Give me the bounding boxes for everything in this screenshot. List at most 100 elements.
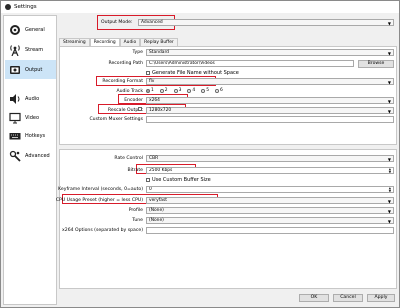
- encoder-select[interactable]: x264 ▼: [146, 97, 394, 104]
- audio-track-5[interactable]: 5: [201, 88, 209, 93]
- window-title: Settings: [14, 4, 37, 10]
- keyframe-field[interactable]: 0 ▲ ▼: [146, 186, 394, 193]
- chevron-down-icon: ▼: [387, 109, 391, 114]
- sidebar-item-label: General: [25, 26, 45, 33]
- tab-replay-buffer[interactable]: Replay Buffer: [140, 38, 178, 46]
- browse-button[interactable]: Browse: [358, 59, 394, 68]
- sidebar-item-hotkeys[interactable]: Hotkeys: [5, 126, 56, 145]
- radio-2[interactable]: [159, 88, 164, 93]
- x264-options-label: x264 Options (separated by space): [62, 228, 143, 233]
- app-icon: [5, 4, 11, 10]
- chevron-down-icon: ▼: [387, 157, 391, 162]
- recording-path-label: Recording Path: [108, 61, 143, 66]
- preset-label: CPU Usage Preset (higher = less CPU): [55, 198, 143, 203]
- audio-track-1[interactable]: 1: [146, 88, 154, 93]
- type-select[interactable]: Standard ▼: [146, 49, 394, 56]
- sidebar-item-label: Hotkeys: [25, 132, 46, 139]
- tab-streaming[interactable]: Streaming: [59, 38, 90, 46]
- sidebar-item-audio[interactable]: Audio: [5, 89, 56, 108]
- wrench-gear-icon: [9, 150, 21, 162]
- audio-track-2[interactable]: 2: [159, 88, 168, 93]
- chevron-down-icon: ▼: [387, 209, 391, 214]
- recording-format-value: flv: [149, 79, 155, 84]
- audio-track-3[interactable]: 3: [173, 88, 182, 93]
- custom-buffer-checkbox[interactable]: [146, 178, 150, 182]
- encoder-value: x264: [149, 98, 160, 103]
- settings-window: Settings General Stream Output Audio Vid…: [0, 0, 400, 308]
- apply-button[interactable]: Apply: [367, 294, 395, 302]
- monitor-icon: [9, 112, 21, 123]
- antenna-icon: [10, 44, 20, 56]
- rate-control-label: Rate Control: [114, 156, 143, 161]
- sidebar-item-output[interactable]: Output: [5, 60, 56, 79]
- audio-track-label-1: 1: [151, 88, 154, 93]
- profile-label: Profile: [128, 208, 143, 213]
- audio-track-label-3: 3: [178, 88, 182, 93]
- custom-buffer-label: Use Custom Buffer Size: [152, 177, 211, 183]
- audio-track-6[interactable]: 6: [214, 88, 223, 93]
- sidebar-item-general[interactable]: General: [5, 20, 56, 39]
- custom-buffer-row[interactable]: Use Custom Buffer Size: [146, 177, 211, 183]
- bitrate-label: Bitrate: [127, 168, 143, 173]
- rescale-checkbox[interactable]: [138, 107, 142, 111]
- sidebar-item-video[interactable]: Video: [5, 108, 56, 127]
- spinner-arrows-icon[interactable]: ▲ ▼: [389, 168, 391, 173]
- radio-3[interactable]: [173, 88, 178, 93]
- audio-track-label-5: 5: [206, 88, 209, 93]
- radio-1[interactable]: [146, 88, 150, 93]
- radio-5[interactable]: [201, 88, 206, 93]
- chevron-down-icon: ▼: [387, 99, 391, 104]
- sidebar-item-advanced[interactable]: Advanced: [5, 146, 56, 165]
- keyframe-label: Keyframe Interval (seconds, 0=auto): [58, 187, 143, 192]
- audio-track-radios: 1 2 3 4 5 6: [146, 88, 229, 93]
- radio-4[interactable]: [187, 88, 192, 93]
- audio-track-label-2: 2: [164, 88, 168, 93]
- sidebar-item-label: Audio: [25, 95, 40, 102]
- recording-format-label: Recording Format: [102, 79, 143, 84]
- title-bar: Settings: [1, 1, 399, 13]
- type-value: Standard: [149, 50, 169, 55]
- type-label: Type: [132, 50, 143, 55]
- keyframe-value: 0: [149, 187, 152, 192]
- sidebar-item-stream[interactable]: Stream: [5, 40, 56, 59]
- chevron-down-icon: ▼: [387, 80, 391, 85]
- sidebar: General Stream Output Audio Video Hotkey…: [3, 15, 57, 305]
- bitrate-value: 2500 Kbps: [149, 168, 173, 173]
- audio-track-label-4: 4: [192, 88, 196, 93]
- muxer-label: Custom Muxer Settings: [89, 117, 143, 122]
- gear-icon: [10, 24, 20, 35]
- no-space-checkbox[interactable]: [146, 71, 150, 75]
- cancel-button[interactable]: Cancel: [333, 294, 363, 302]
- sidebar-item-label: Advanced: [25, 152, 50, 159]
- encoder-settings-panel: Rate Control CBR ▼ Bitrate 2500 Kbps ▲ ▼ Us…: [55, 149, 397, 289]
- tab-recording[interactable]: Recording: [89, 38, 120, 46]
- rescale-value: 1280x720: [149, 108, 172, 113]
- tab-audio[interactable]: Audio: [119, 38, 141, 46]
- bitrate-field[interactable]: 2500 Kbps ▲ ▼: [146, 167, 394, 174]
- chevron-down-icon: ▼: [387, 21, 391, 26]
- spinner-arrows-icon[interactable]: ▲ ▼: [389, 187, 391, 192]
- output-tabs: Streaming Recording Audio Replay Buffer: [59, 38, 178, 46]
- sidebar-item-label: Output: [25, 66, 43, 73]
- rate-control-value: CBR: [149, 156, 159, 161]
- preset-value: veryfast: [149, 198, 167, 203]
- x264-options-field[interactable]: [146, 227, 394, 234]
- recording-format-select[interactable]: flv ▼: [146, 78, 394, 85]
- rescale-select[interactable]: 1280x720 ▼: [146, 107, 394, 114]
- ok-button[interactable]: OK: [299, 294, 329, 302]
- radio-6[interactable]: [214, 88, 219, 93]
- rate-control-select[interactable]: CBR ▼: [146, 155, 394, 162]
- chevron-down-icon: ▼: [387, 199, 391, 204]
- muxer-field[interactable]: [146, 116, 394, 123]
- audio-track-4[interactable]: 4: [187, 88, 195, 93]
- tune-value: (None): [149, 218, 164, 223]
- profile-value: (None): [149, 208, 164, 213]
- output-mode-value: Advanced: [141, 20, 163, 25]
- sidebar-item-label: Stream: [25, 46, 44, 53]
- profile-select[interactable]: (None) ▼: [146, 207, 394, 214]
- recording-path-field[interactable]: C:\Users\Administrator\Videos: [146, 60, 354, 67]
- tune-select[interactable]: (None) ▼: [146, 217, 394, 224]
- preset-select[interactable]: veryfast ▼: [146, 197, 394, 204]
- tune-label: Tune: [132, 218, 143, 223]
- output-mode-select[interactable]: Advanced ▼: [138, 19, 394, 26]
